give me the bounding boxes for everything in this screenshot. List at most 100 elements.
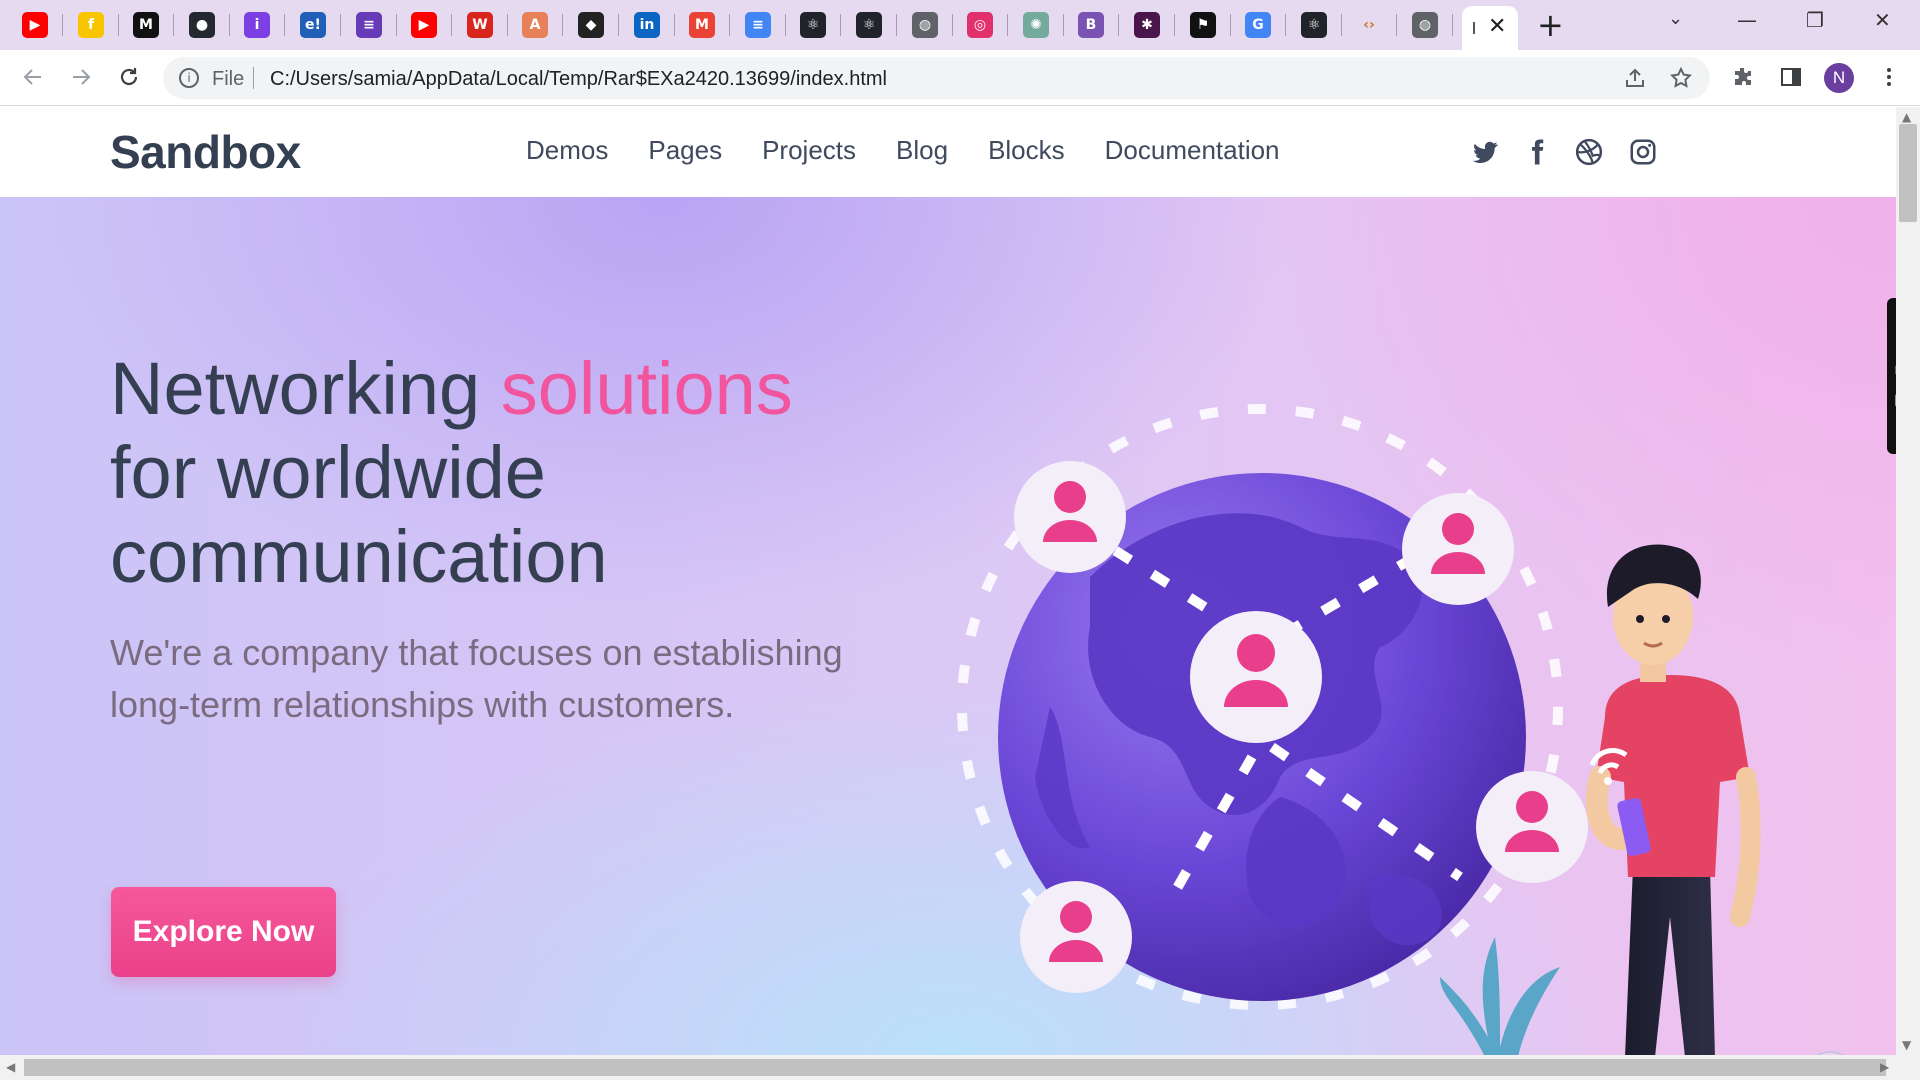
youtube-icon[interactable]: ▶: [22, 12, 48, 38]
nav-projects[interactable]: Projects: [762, 135, 856, 166]
w-icon[interactable]: W: [467, 12, 493, 38]
react-icon[interactable]: ⚛: [856, 12, 882, 38]
nav-blog[interactable]: Blog: [896, 135, 948, 166]
scroll-down-arrow[interactable]: ▼: [1902, 1038, 1911, 1052]
main-nav: Demos Pages Projects Blog Blocks Documen…: [526, 135, 1320, 166]
flipkart-icon[interactable]: f: [78, 12, 104, 38]
horizontal-scrollbar-thumb[interactable]: [24, 1059, 1886, 1076]
chatgpt-icon[interactable]: ✺: [1023, 12, 1049, 38]
tab-separator: [1174, 14, 1175, 36]
restore-button[interactable]: ❐: [1806, 8, 1824, 32]
user-node: [1020, 881, 1132, 993]
medium-icon[interactable]: M: [133, 12, 159, 38]
reload-icon: [120, 68, 138, 86]
react-icon[interactable]: ⚛: [1301, 12, 1327, 38]
scroll-left-arrow[interactable]: ◀: [6, 1060, 15, 1074]
site-info-icon[interactable]: i: [179, 68, 199, 88]
code-icon[interactable]: ‹›: [1356, 12, 1382, 38]
youtube-icon[interactable]: ▶: [411, 12, 437, 38]
forward-button[interactable]: [66, 62, 96, 92]
tab-separator: [840, 14, 841, 36]
address-bar[interactable]: i File C:/Users/samia/AppData/Local/Temp…: [163, 57, 1710, 99]
tab-separator: [562, 14, 563, 36]
nav-demos[interactable]: Demos: [526, 135, 608, 166]
flag-icon[interactable]: ⚑: [1190, 12, 1216, 38]
new-tab-button[interactable]: +: [1537, 6, 1564, 44]
tab-separator: [785, 14, 786, 36]
tab-separator: [229, 14, 230, 36]
user-node-center: [1190, 611, 1322, 743]
address-scheme-label: File: [212, 68, 245, 90]
globe-icon[interactable]: ◍: [912, 12, 938, 38]
nav-documentation[interactable]: Documentation: [1105, 135, 1280, 166]
tab-search-icon[interactable]: ⌄: [1668, 8, 1683, 29]
user-node: [1014, 461, 1126, 573]
character-illustration: [1585, 544, 1761, 1055]
user-node: [1476, 771, 1588, 883]
facebook-icon[interactable]: [1522, 137, 1552, 167]
vertical-scrollbar[interactable]: [1896, 107, 1920, 1055]
reload-button[interactable]: [114, 62, 144, 92]
vertical-scrollbar-thumb[interactable]: [1899, 124, 1917, 222]
slack-icon[interactable]: ✱: [1134, 12, 1160, 38]
hero-illustration: [957, 404, 1761, 1055]
a-icon[interactable]: A: [522, 12, 548, 38]
tab-separator: [62, 14, 63, 36]
nav-blocks[interactable]: Blocks: [988, 135, 1065, 166]
tab-separator: [1007, 14, 1008, 36]
tab-separator: [118, 14, 119, 36]
close-window-button[interactable]: ✕: [1874, 8, 1891, 32]
tab-separator: [1230, 14, 1231, 36]
address-url[interactable]: C:/Users/samia/AppData/Local/Temp/Rar$EX…: [270, 68, 887, 91]
minimize-button[interactable]: —: [1737, 8, 1757, 32]
back-button[interactable]: [18, 62, 48, 92]
purple-circle-icon[interactable]: i: [244, 12, 270, 38]
browser-menu-button[interactable]: [1874, 62, 1904, 92]
docs-icon[interactable]: ≡: [745, 12, 771, 38]
dribbble-icon[interactable]: [1574, 137, 1604, 167]
profile-avatar[interactable]: N: [1824, 63, 1854, 93]
scroll-up-arrow[interactable]: ▲: [1902, 110, 1911, 124]
tab-separator: [1063, 14, 1064, 36]
globe-icon[interactable]: ◍: [1412, 12, 1438, 38]
hexagon-icon[interactable]: ◆: [578, 12, 604, 38]
twitter-icon[interactable]: [1470, 137, 1500, 167]
scroll-right-arrow[interactable]: ▶: [1880, 1060, 1889, 1074]
side-panel-button[interactable]: [1776, 62, 1806, 92]
back-arrow-icon: [23, 69, 41, 85]
tab-separator: [1118, 14, 1119, 36]
share-icon[interactable]: [1623, 67, 1647, 91]
gmail-icon[interactable]: M: [689, 12, 715, 38]
tab-separator: [451, 14, 452, 36]
close-tab-icon[interactable]: ✕: [1488, 14, 1506, 39]
site-navbar: Sandbox Demos Pages Projects Blog Blocks…: [0, 107, 1896, 197]
hero-headline: Networking solutions for worldwide commun…: [110, 347, 910, 599]
bootstrap-icon[interactable]: B: [1078, 12, 1104, 38]
active-tab-favicon: [1473, 22, 1475, 34]
google-icon[interactable]: G: [1245, 12, 1271, 38]
instagram-icon[interactable]: [1628, 137, 1658, 167]
tab-separator: [729, 14, 730, 36]
active-tab[interactable]: ✕: [1462, 6, 1518, 50]
tab-separator: [896, 14, 897, 36]
bookmark-star-icon[interactable]: [1669, 66, 1693, 90]
react-icon[interactable]: ⚛: [800, 12, 826, 38]
explore-now-button[interactable]: Explore Now: [111, 887, 336, 977]
extensions-button[interactable]: [1728, 62, 1758, 92]
nav-pages[interactable]: Pages: [648, 135, 722, 166]
tab-separator: [173, 14, 174, 36]
linkedin-icon[interactable]: in: [634, 12, 660, 38]
tab-separator: [1396, 14, 1397, 36]
tab-separator: [396, 14, 397, 36]
user-node: [1402, 493, 1514, 605]
site-logo[interactable]: Sandbox: [110, 125, 301, 179]
tab-separator: [1341, 14, 1342, 36]
forms-icon[interactable]: ≡: [356, 12, 382, 38]
tab-separator: [952, 14, 953, 36]
browser-toolbar: i File C:/Users/samia/AppData/Local/Temp…: [0, 50, 1920, 106]
instagram-icon[interactable]: ◎: [967, 12, 993, 38]
e-icon[interactable]: e!: [300, 12, 326, 38]
github-icon[interactable]: ●: [189, 12, 215, 38]
headline-accent: solutions: [500, 347, 793, 430]
address-divider: [253, 67, 254, 89]
